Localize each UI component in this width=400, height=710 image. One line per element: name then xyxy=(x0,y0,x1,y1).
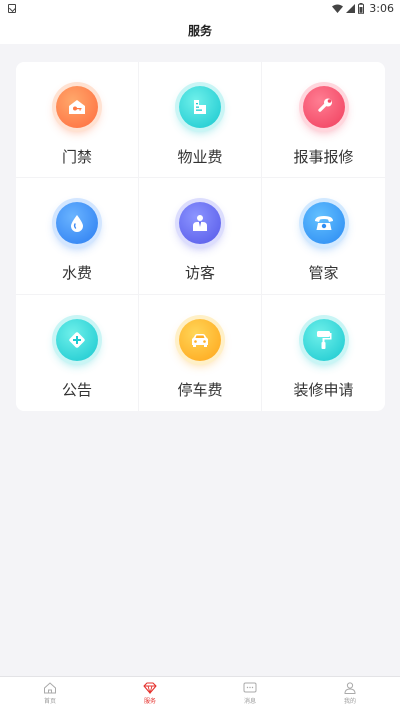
water-drop-icon xyxy=(56,202,98,244)
tab-messages[interactable]: 消息 xyxy=(200,677,300,710)
service-label: 水费 xyxy=(61,264,92,282)
wrench-icon xyxy=(302,86,345,128)
bottom-tab-bar: 首页 服务 消息 我的 xyxy=(0,676,400,710)
service-visitor[interactable]: 访客 xyxy=(139,178,262,295)
nav-bar: 服务 xyxy=(0,16,400,44)
tab-label: 首页 xyxy=(43,698,56,705)
tab-label: 我的 xyxy=(343,698,356,705)
service-grid: 门禁 物业费 报事报修 水费 访客 管家 公告 停车费 装修申请 xyxy=(16,62,385,411)
service-label: 装修申请 xyxy=(293,381,354,399)
service-label: 管家 xyxy=(308,264,339,282)
service-door-access[interactable]: 门禁 xyxy=(16,62,139,178)
service-parking-fee[interactable]: 停车费 xyxy=(139,295,262,411)
message-icon xyxy=(243,682,257,693)
tab-label: 服务 xyxy=(143,698,156,705)
service-property-fee[interactable]: 物业费 xyxy=(139,62,262,178)
battery-icon xyxy=(358,2,365,14)
visitor-icon xyxy=(179,202,221,244)
announcement-icon xyxy=(56,319,98,361)
status-time: 3:06 xyxy=(369,1,394,15)
service-label: 物业费 xyxy=(177,148,223,166)
service-butler[interactable]: 管家 xyxy=(262,178,385,295)
page-title: 服务 xyxy=(187,23,212,38)
service-water-fee[interactable]: 水费 xyxy=(16,178,139,295)
wifi-icon xyxy=(332,4,344,13)
diamond-icon xyxy=(143,682,157,694)
status-bar: 3:06 xyxy=(0,0,400,16)
paint-roller-icon xyxy=(302,319,345,361)
car-icon xyxy=(179,319,221,361)
tab-services[interactable]: 服务 xyxy=(100,677,200,710)
service-label: 公告 xyxy=(61,381,92,399)
property-fee-icon xyxy=(179,86,221,128)
service-announcement[interactable]: 公告 xyxy=(16,295,139,411)
service-label: 访客 xyxy=(184,264,215,282)
service-label: 报事报修 xyxy=(293,148,354,166)
service-renovation-application[interactable]: 装修申请 xyxy=(262,295,385,411)
app-notification-icon xyxy=(8,3,16,13)
home-icon xyxy=(44,682,56,694)
tab-label: 消息 xyxy=(243,698,256,705)
user-icon xyxy=(344,682,356,694)
service-label: 门禁 xyxy=(61,148,92,166)
telephone-icon xyxy=(302,202,345,244)
service-repair-report[interactable]: 报事报修 xyxy=(262,62,385,178)
tab-home[interactable]: 首页 xyxy=(0,677,100,710)
signal-icon xyxy=(346,3,356,13)
service-label: 停车费 xyxy=(177,381,223,399)
tab-mine[interactable]: 我的 xyxy=(300,677,400,710)
door-key-icon xyxy=(56,86,98,128)
